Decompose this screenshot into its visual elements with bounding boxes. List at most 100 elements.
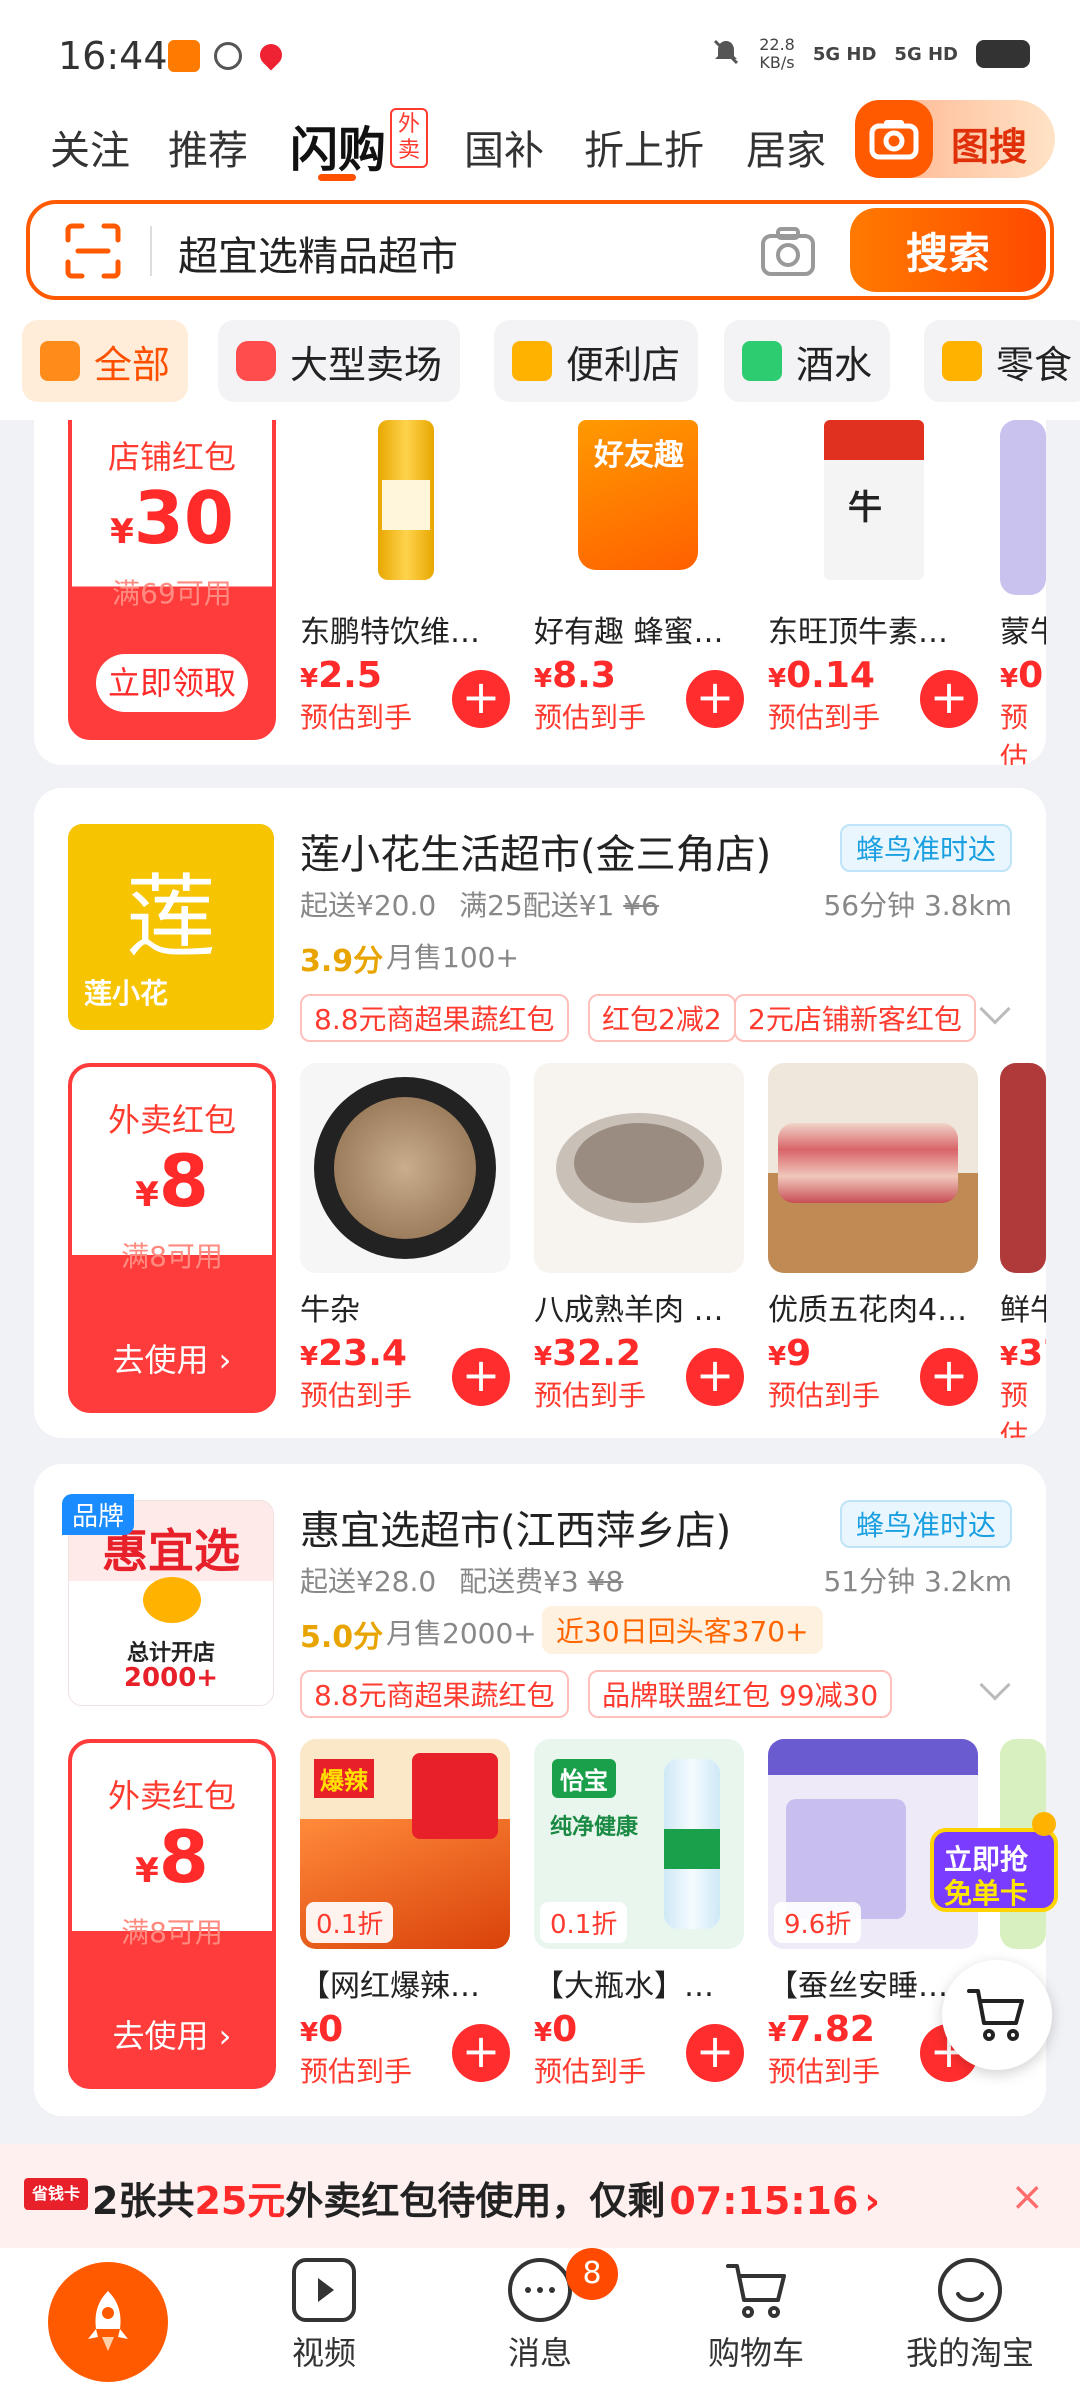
delivery-badge: 蜂鸟准时达 xyxy=(839,824,1012,872)
search-camera-icon[interactable] xyxy=(760,226,816,278)
discount-badge: 9.6折 xyxy=(774,1902,862,1943)
search-area: 超宜选精品超市 搜索 xyxy=(0,190,1080,310)
price-value: 9 xyxy=(786,1333,812,1374)
product-item[interactable]: 好友趣 好有趣 蜂蜜… ¥8.3 预估到手 + xyxy=(534,420,744,736)
scan-icon[interactable] xyxy=(64,222,122,280)
product-name: 好有趣 蜂蜜… xyxy=(534,615,724,650)
product-image xyxy=(300,420,510,595)
profile-icon xyxy=(938,2258,1002,2322)
discount-badge: 0.1折 xyxy=(306,1902,394,1943)
coupon-title: 店铺红包 xyxy=(107,438,236,476)
coupon-condition: 满8可用 xyxy=(121,1240,223,1273)
claim-coupon-button[interactable]: 立即领取 xyxy=(96,654,248,712)
signal-1: 5G HD xyxy=(812,43,877,65)
product-item[interactable]: 东鹏特饮维… ¥2.5 预估到手 + xyxy=(300,420,510,736)
category-bar: 全部 大型卖场 便利店 酒水 零食 xyxy=(0,310,1080,420)
product-name: 鲜牛 xyxy=(1000,1293,1046,1328)
search-divider xyxy=(150,226,152,276)
delivery-badge: 蜂鸟准时达 xyxy=(839,1500,1012,1548)
takeout-coupon[interactable]: 外卖红包 ¥8 满8可用 去使用 › xyxy=(68,1739,276,2089)
cup-icon xyxy=(512,341,552,381)
add-to-cart-button[interactable]: + xyxy=(686,670,744,728)
promo-amount: 25元 xyxy=(194,2179,286,2223)
close-icon[interactable]: × xyxy=(1010,2174,1044,2220)
tab-recommend[interactable]: 推荐 xyxy=(168,118,248,176)
tab-flash-buy[interactable]: 闪购 xyxy=(290,110,386,180)
status-right: 22.8 KB/s 5G HD 5G HD xyxy=(711,36,1030,72)
search-button[interactable]: 搜索 xyxy=(850,208,1046,292)
price-currency: ¥ xyxy=(768,1342,787,1372)
price-currency: ¥ xyxy=(534,1342,553,1372)
add-to-cart-button[interactable]: + xyxy=(686,2024,744,2082)
product-image: 牛 xyxy=(768,420,978,595)
active-tab-indicator xyxy=(318,174,356,181)
category-all[interactable]: 全部 xyxy=(22,320,189,402)
free-order-card-button[interactable]: 立即抢 免单卡 xyxy=(924,1800,1064,1940)
product-item[interactable]: 怡宝 纯净健康 0.1折 【大瓶水】… ¥0 预估到手 + xyxy=(534,1739,744,2090)
product-item[interactable]: 八成熟羊肉 … ¥32.2 预估到手 + xyxy=(534,1063,744,1414)
add-to-cart-button[interactable]: + xyxy=(920,1348,978,1406)
coupon-amount: ¥8 xyxy=(72,1817,272,1911)
battery-icon xyxy=(976,40,1030,68)
product-item[interactable]: 牛杂 ¥23.4 预估到手 + xyxy=(300,1063,510,1414)
takeout-coupon[interactable]: 外卖红包 ¥8 满8可用 去使用 › xyxy=(68,1063,276,1413)
app-notification-icon xyxy=(168,40,200,72)
message-count-badge: 8 xyxy=(566,2248,618,2300)
tab-extra-discount[interactable]: 折上折 xyxy=(584,118,704,176)
store-icon xyxy=(40,341,80,381)
video-icon xyxy=(292,2258,356,2322)
store-score: 3.9分 xyxy=(300,944,384,979)
cart-icon xyxy=(967,1989,1024,2041)
product-image xyxy=(534,1063,744,1273)
product-item[interactable]: 爆辣 0.1折 【网红爆辣… ¥0 预估到手 + xyxy=(300,1739,510,2090)
home-rocket-button[interactable] xyxy=(48,2262,168,2382)
tab-national-subsidy[interactable]: 国补 xyxy=(464,118,544,176)
promo-banner[interactable]: 省钱卡 2张共25元外卖红包待使用，仅剩 07:15:16 › × xyxy=(0,2144,1080,2248)
store-card[interactable]: 莲 莲小花 莲小花生活超市(金三角店) 蜂鸟准时达 起送¥20.0 满25配送¥… xyxy=(34,788,1046,1438)
chevron-down-icon[interactable] xyxy=(979,993,1011,1025)
product-item-partial[interactable]: 蒙牛 ¥0. 预估 xyxy=(1000,420,1046,765)
use-coupon-button[interactable]: 去使用 › xyxy=(72,2011,272,2057)
delivery-fee-original: ¥6 xyxy=(623,889,659,922)
promo-text: 2张共25元外卖红包待使用，仅剩 07:15:16 › xyxy=(92,2170,880,2225)
add-to-cart-button[interactable]: + xyxy=(452,670,510,728)
promo-tag: 2元店铺新客红包 xyxy=(734,994,976,1042)
store-name[interactable]: 莲小花生活超市(金三角店) xyxy=(300,822,771,880)
tab-follow[interactable]: 关注 xyxy=(50,118,130,176)
image-search-button[interactable]: 图搜 xyxy=(855,100,1055,178)
product-item[interactable]: 牛 东旺顶牛素… ¥0.14 预估到手 + xyxy=(768,420,978,736)
product-image: 好友趣 xyxy=(534,420,744,595)
use-coupon-button[interactable]: 去使用 › xyxy=(72,1335,272,1381)
category-label: 便利店 xyxy=(566,342,681,387)
price-value: 23.4 xyxy=(318,1333,407,1374)
add-to-cart-button[interactable]: + xyxy=(452,2024,510,2082)
product-item[interactable]: 优质五花肉4… ¥9 预估到手 + xyxy=(768,1063,978,1414)
repeat-customers-tag: 近30日回头客370+ xyxy=(542,1606,823,1654)
floating-cart-button[interactable] xyxy=(942,1960,1052,2070)
product-item-partial[interactable]: 鲜牛 ¥37 预估 xyxy=(1000,1063,1046,1438)
category-hypermarket[interactable]: 大型卖场 xyxy=(218,320,461,402)
shop-coupon[interactable]: 店铺红包 ¥30 满69可用 立即领取 xyxy=(68,420,276,740)
nav-my-taobao[interactable]: 我的淘宝 xyxy=(890,2258,1050,2374)
min-order: 起送¥20.0 xyxy=(300,889,437,922)
store-name[interactable]: 惠宜选超市(江西萍乡店) xyxy=(300,1498,731,1556)
category-drinks[interactable]: 酒水 xyxy=(724,320,891,402)
add-to-cart-button[interactable]: + xyxy=(920,670,978,728)
chevron-right-icon: › xyxy=(864,2179,881,2223)
category-label: 大型卖场 xyxy=(290,342,443,387)
monthly-sales: 月售100+ xyxy=(386,941,519,974)
bottom-nav: 视频 消息 8 购物车 我的淘宝 xyxy=(0,2248,1080,2388)
nav-video[interactable]: 视频 xyxy=(244,2258,404,2374)
mute-icon xyxy=(711,37,741,72)
chevron-down-icon[interactable] xyxy=(979,1669,1011,1701)
search-input[interactable]: 超宜选精品超市 xyxy=(178,224,458,282)
price-value: 7.82 xyxy=(786,2009,875,2050)
store-card[interactable]: 惠宜选 总计开店 2000+ 品牌 惠宜选超市(江西萍乡店) 蜂鸟准时达 起送¥… xyxy=(34,1464,1046,2116)
category-convenience[interactable]: 便利店 xyxy=(494,320,699,402)
tab-home-living[interactable]: 居家 xyxy=(746,118,826,176)
nav-cart[interactable]: 购物车 xyxy=(676,2258,836,2374)
category-snacks[interactable]: 零食 xyxy=(924,320,1080,402)
add-to-cart-button[interactable]: + xyxy=(686,1348,744,1406)
product-image xyxy=(1000,1063,1046,1273)
add-to-cart-button[interactable]: + xyxy=(452,1348,510,1406)
